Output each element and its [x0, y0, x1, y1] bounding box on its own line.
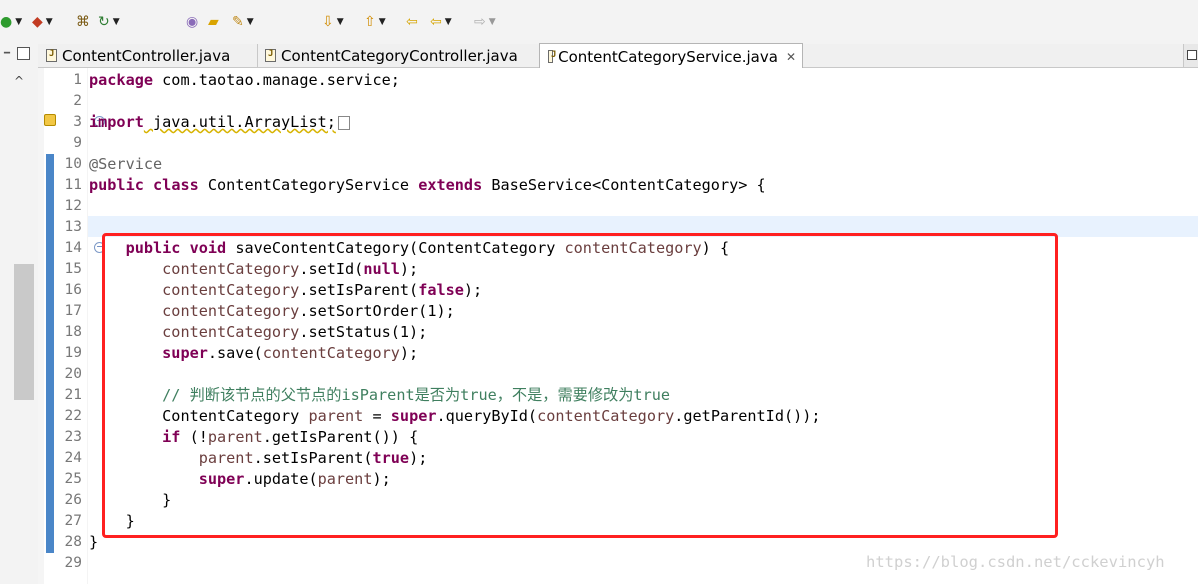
- tab-label: ContentController.java: [62, 46, 231, 65]
- line-number: 10: [64, 156, 82, 172]
- line-number: 20: [64, 366, 82, 382]
- chevron-down-icon[interactable]: ▼: [379, 11, 386, 33]
- line-number: 29: [64, 555, 82, 571]
- code-line: public class ContentCategoryService exte…: [89, 176, 766, 194]
- editor-tab-bar: ContentController.java ContentCategoryCo…: [38, 43, 1198, 69]
- code-line: }: [89, 533, 99, 551]
- chevron-down-icon[interactable]: ▼: [15, 11, 22, 33]
- last-edit-icon: ⇦: [406, 14, 418, 30]
- prev-annotation-button[interactable]: ⇧ ▼: [364, 11, 386, 33]
- tab-label: ContentCategoryController.java: [281, 46, 518, 65]
- watermark: https://blog.csdn.net/cckevincyh: [866, 553, 1165, 571]
- close-icon[interactable]: ✕: [786, 50, 796, 64]
- forward-button[interactable]: ⇨ ▼: [474, 11, 496, 33]
- chevron-down-icon[interactable]: ▼: [46, 11, 53, 33]
- open-type-button[interactable]: ◉: [186, 11, 198, 33]
- back-icon: ⇦: [430, 14, 442, 30]
- refresh-button[interactable]: ↻ ▼: [98, 11, 120, 33]
- folded-imports-icon[interactable]: [337, 115, 350, 130]
- next-annotation-icon: ⇩: [322, 14, 334, 30]
- java-file-icon: [46, 49, 57, 62]
- gutter-separator: [87, 68, 88, 584]
- java-file-icon: [548, 50, 557, 63]
- run-config-icon: ◆: [32, 14, 43, 30]
- line-number: 14: [64, 240, 82, 256]
- line-number: 18: [64, 324, 82, 340]
- line-number: 16: [64, 282, 82, 298]
- search-button[interactable]: ✎ ▼: [232, 11, 254, 33]
- change-indicator: [46, 154, 54, 175]
- tab-content-controller[interactable]: ContentController.java: [38, 44, 258, 67]
- code-line: package com.taotao.manage.service;: [89, 71, 400, 89]
- line-number: 24: [64, 450, 82, 466]
- main-toolbar: ● ▼ ◆ ▼ ⌘ ↻ ▼ ◉ ▰ ✎ ▼ ⇩ ▼ ⇧ ▼ ⇦ ⇦ ▼ ⇨ ▼: [0, 0, 1198, 45]
- line-number: 21: [64, 387, 82, 403]
- tab-content-category-controller[interactable]: ContentCategoryController.java: [257, 44, 540, 67]
- change-indicator: [46, 175, 54, 553]
- build-icon: ⌘: [76, 14, 90, 30]
- open-type-icon: ◉: [186, 14, 199, 30]
- minimize-icon[interactable]: ━: [0, 48, 14, 62]
- back-button[interactable]: ⇦ ▼: [430, 11, 452, 33]
- line-number: 27: [64, 513, 82, 529]
- tab-content-category-service[interactable]: ContentCategoryService.java ✕: [539, 43, 803, 69]
- chevron-down-icon[interactable]: ▼: [113, 11, 120, 33]
- line-number: 12: [64, 198, 82, 214]
- line-number: 2: [73, 93, 82, 109]
- last-edit-button[interactable]: ⇦: [406, 11, 418, 33]
- line-number: 13: [64, 219, 82, 235]
- chevron-down-icon[interactable]: ▼: [337, 11, 344, 33]
- prev-annotation-icon: ⇧: [364, 14, 376, 30]
- line-number: 25: [64, 471, 82, 487]
- next-annotation-button[interactable]: ⇩ ▼: [322, 11, 344, 33]
- code-line: @Service: [89, 155, 163, 173]
- overview-ruler: [38, 68, 44, 584]
- java-file-icon: [265, 49, 276, 62]
- line-number: 11: [64, 177, 82, 193]
- line-number: 23: [64, 429, 82, 445]
- line-number: 3: [73, 114, 82, 130]
- search-icon: ✎: [232, 14, 244, 30]
- chevron-down-icon[interactable]: ▼: [489, 11, 496, 33]
- scrollbar-thumb[interactable]: [14, 264, 34, 400]
- tab-label: ContentCategoryService.java: [558, 47, 778, 66]
- line-number: 26: [64, 492, 82, 508]
- run-icon: ●: [0, 14, 13, 30]
- line-number: 22: [64, 408, 82, 424]
- line-number: 9: [73, 135, 82, 151]
- line-number: 1: [73, 72, 82, 88]
- maximize-icon[interactable]: [1183, 44, 1198, 67]
- line-number: 19: [64, 345, 82, 361]
- chevron-down-icon[interactable]: ▼: [445, 11, 452, 33]
- open-folder-button[interactable]: ▰: [208, 11, 219, 33]
- line-number: 17: [64, 303, 82, 319]
- chevron-down-icon[interactable]: ▼: [247, 11, 254, 33]
- left-side-panel: ━ ^: [0, 44, 39, 584]
- line-number: 15: [64, 261, 82, 277]
- open-folder-icon: ▰: [208, 14, 219, 30]
- build-button[interactable]: ⌘: [76, 11, 90, 33]
- line-number: 28: [64, 534, 82, 550]
- code-line: import java.util.ArrayList;: [89, 112, 350, 133]
- run-config-button[interactable]: ◆ ▼: [32, 11, 53, 33]
- scroll-up-icon[interactable]: ^: [14, 74, 24, 88]
- refresh-icon: ↻: [98, 14, 110, 30]
- highlight-box: [102, 233, 1058, 538]
- run-button[interactable]: ● ▼: [0, 11, 22, 33]
- maximize-icon[interactable]: [17, 47, 30, 60]
- forward-icon: ⇨: [474, 14, 486, 30]
